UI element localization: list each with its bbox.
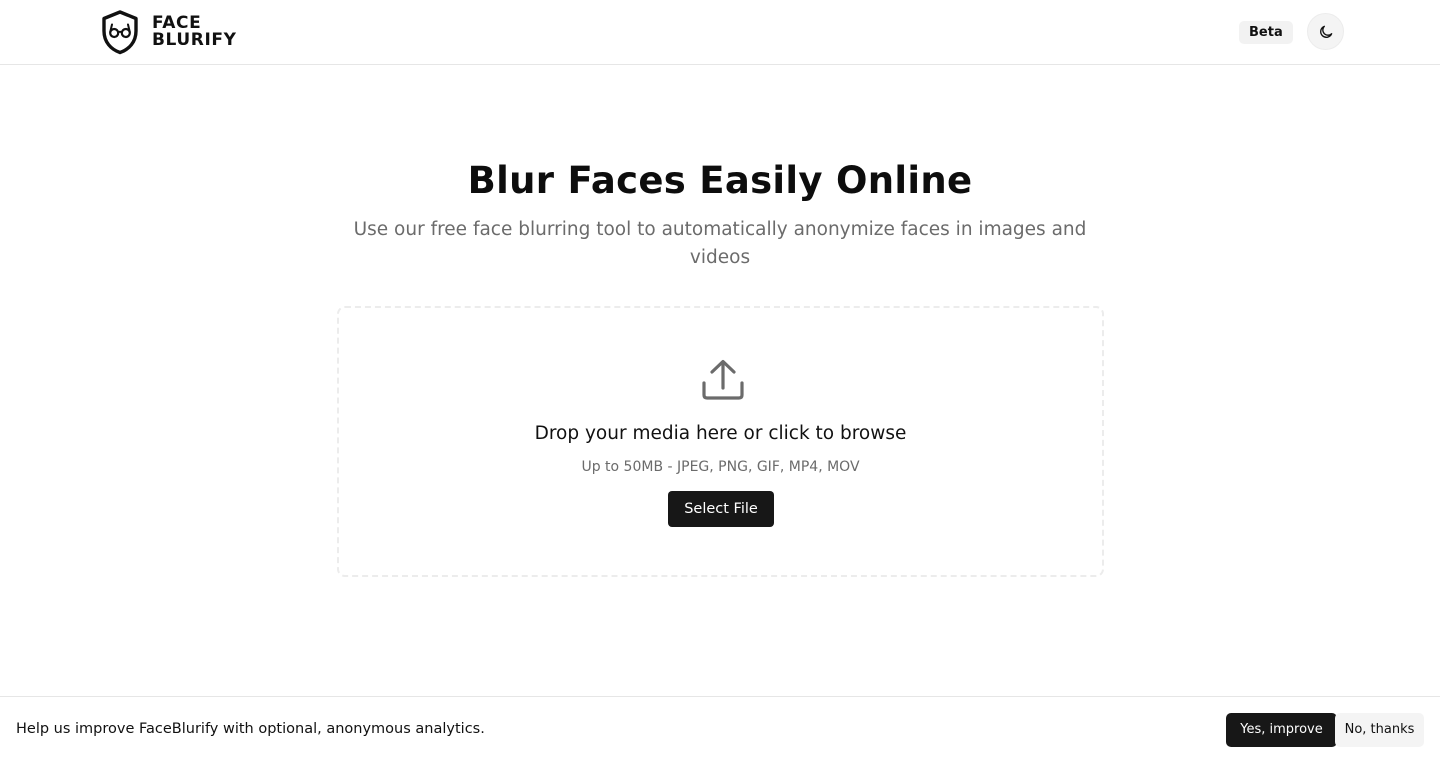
shield-glasses-icon	[102, 10, 138, 55]
dropzone-hint: Up to 50MB - JPEG, PNG, GIF, MP4, MOV	[581, 459, 860, 475]
dropzone-title: Drop your media here or click to browse	[534, 423, 907, 444]
logo-text: FACE BLURIFY	[152, 15, 237, 49]
page-title: Blur Faces Easily Online	[467, 159, 973, 202]
consent-message: Help us improve FaceBlurify with optiona…	[16, 721, 485, 737]
beta-badge: Beta	[1239, 21, 1293, 44]
upload-dropzone[interactable]: Drop your media here or click to browse …	[337, 306, 1104, 577]
theme-toggle-button[interactable]	[1307, 13, 1344, 50]
site-header: FACE BLURIFY Beta	[0, 0, 1440, 65]
analytics-consent-bar: Help us improve FaceBlurify with optiona…	[0, 696, 1440, 761]
logo-link[interactable]: FACE BLURIFY	[100, 9, 237, 55]
page-subtitle: Use our free face blurring tool to autom…	[353, 219, 1087, 268]
moon-icon	[1319, 25, 1332, 38]
decline-analytics-button[interactable]: No, thanks	[1335, 713, 1424, 747]
logo-line-2: BLURIFY	[152, 30, 237, 50]
upload-icon	[702, 359, 744, 400]
select-file-button[interactable]: Select File	[668, 491, 774, 527]
accept-analytics-button[interactable]: Yes, improve	[1226, 713, 1337, 747]
